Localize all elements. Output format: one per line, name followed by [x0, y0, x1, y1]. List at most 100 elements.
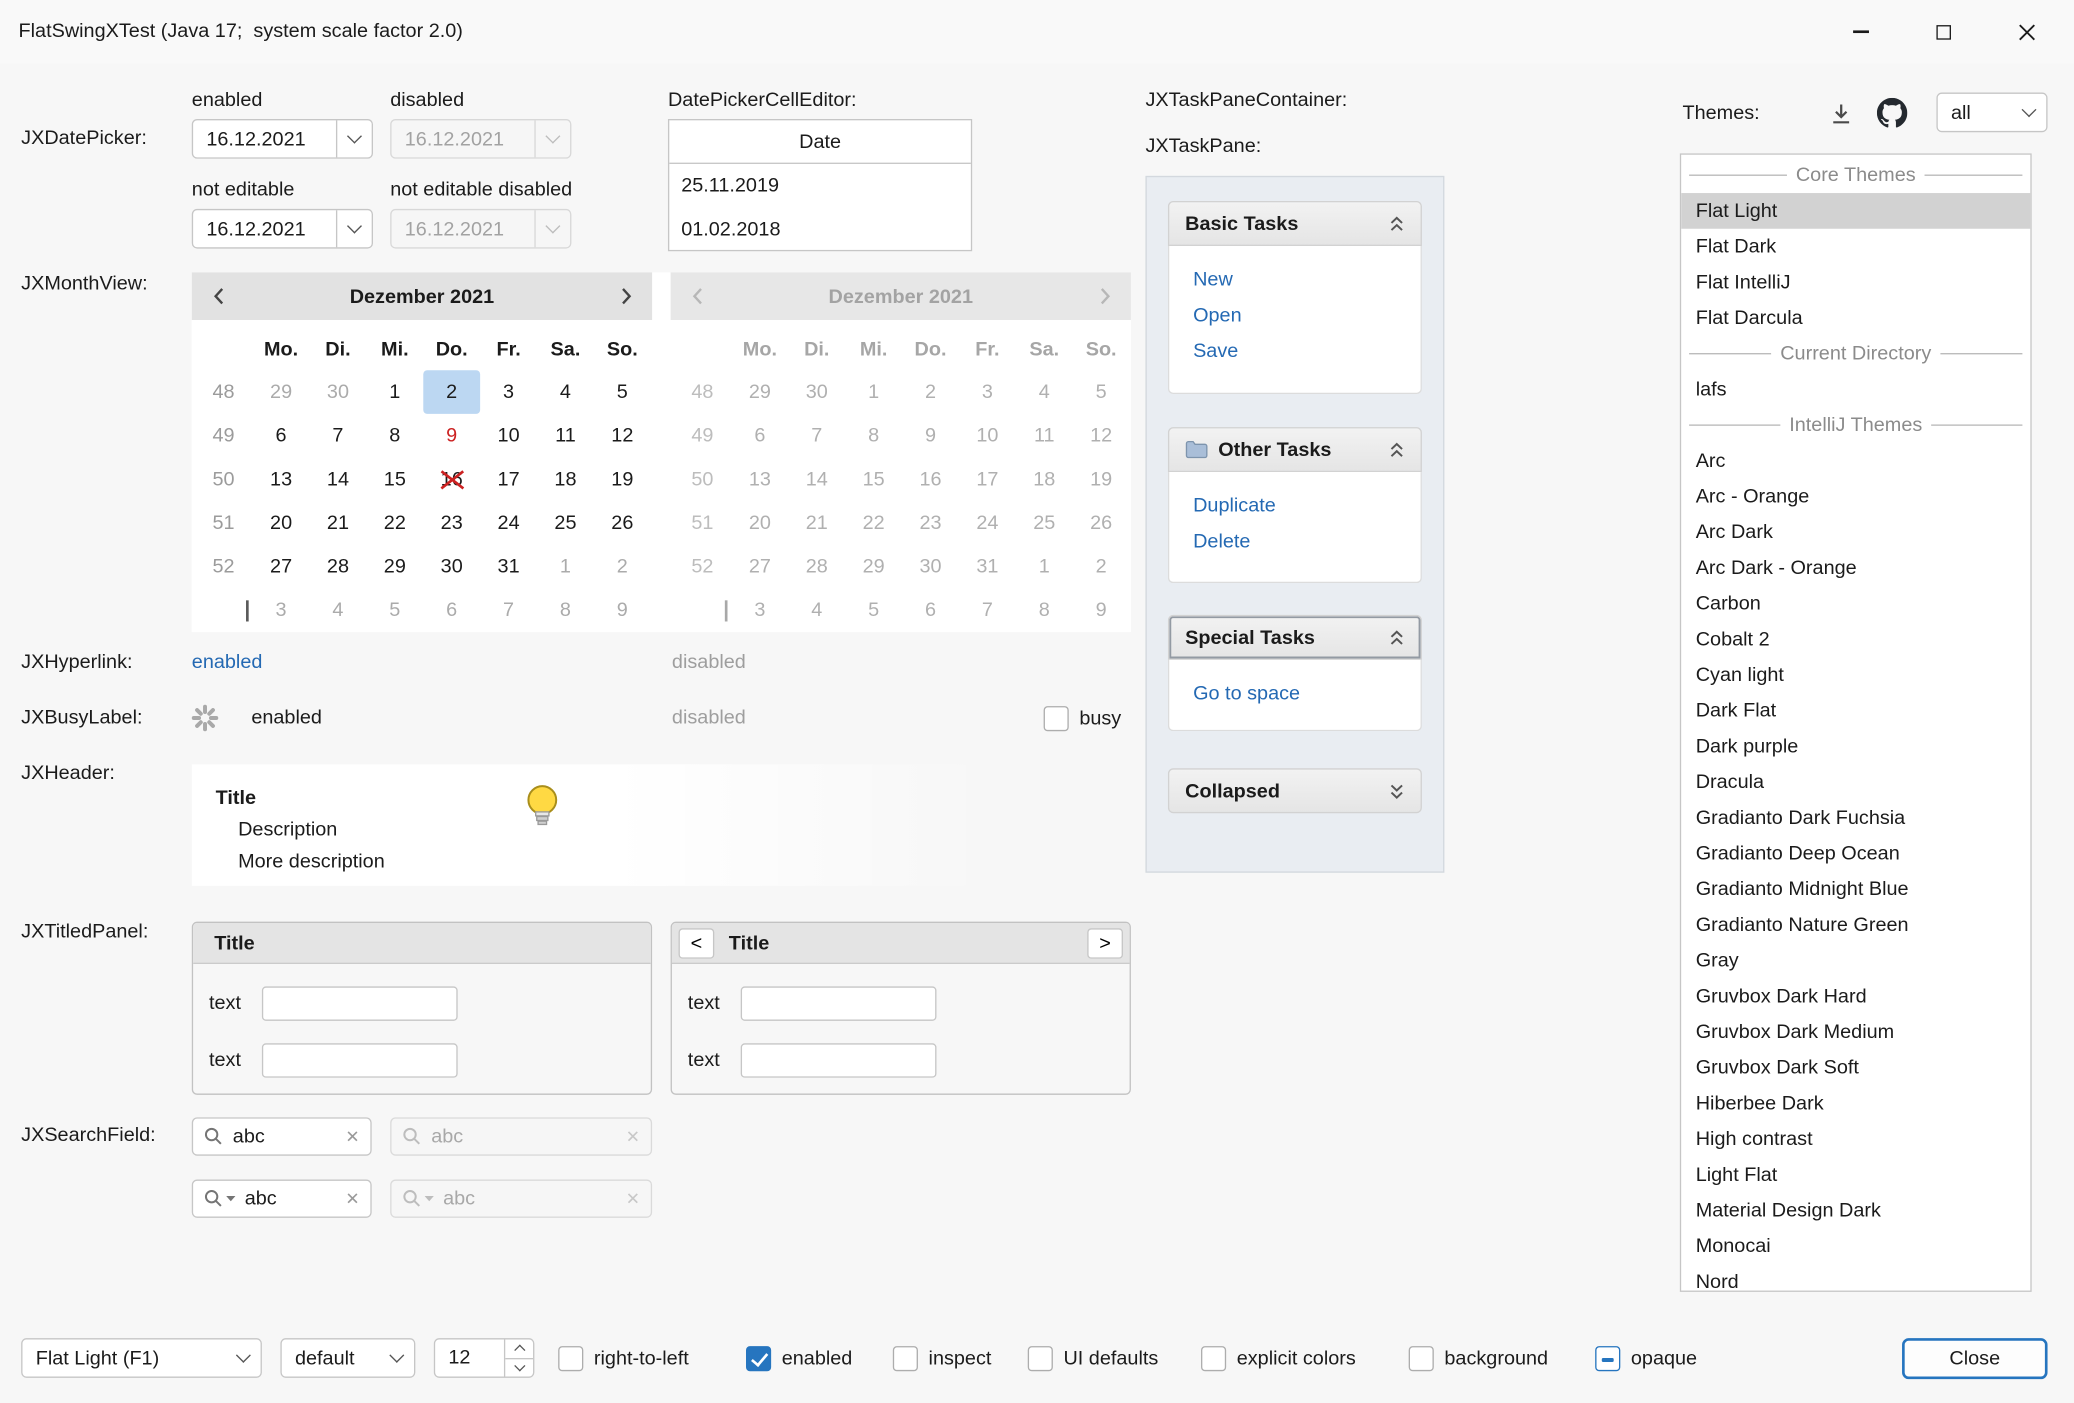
- search-field[interactable]: abc✕: [192, 1117, 372, 1155]
- titled-panel-left-button[interactable]: <: [679, 928, 715, 958]
- theme-item[interactable]: Arc Dark: [1681, 514, 2030, 550]
- calendar-day[interactable]: 27: [253, 545, 310, 589]
- calendar-day[interactable]: 4: [537, 370, 594, 414]
- checkbox-box[interactable]: [1409, 1345, 1434, 1370]
- taskpane-header[interactable]: Basic Tasks: [1168, 201, 1422, 246]
- search-field[interactable]: abc✕: [192, 1179, 372, 1217]
- theme-item[interactable]: Arc: [1681, 443, 2030, 479]
- calendar-day[interactable]: 2: [423, 370, 480, 414]
- spinner-down-button[interactable]: [505, 1357, 533, 1376]
- maximize-button[interactable]: [1913, 0, 1975, 63]
- theme-item[interactable]: Hiberbee Dark: [1681, 1086, 2030, 1122]
- theme-item[interactable]: Gruvbox Dark Hard: [1681, 979, 2030, 1015]
- table-row[interactable]: 01.02.2018: [669, 208, 971, 252]
- taskpane-link[interactable]: Delete: [1169, 524, 1420, 560]
- spinner-up-button[interactable]: [505, 1339, 533, 1357]
- checkbox-enabled[interactable]: enabled: [746, 1345, 852, 1371]
- calendar-day[interactable]: 17: [480, 458, 537, 502]
- calendar-day[interactable]: 20: [253, 501, 310, 545]
- theme-item[interactable]: Gradianto Dark Fuchsia: [1681, 800, 2030, 836]
- collapse-chevron-icon[interactable]: [1389, 629, 1405, 646]
- theme-item[interactable]: Dracula: [1681, 764, 2030, 800]
- datepicker-enabled[interactable]: 16.12.2021: [192, 119, 373, 159]
- expand-chevron-icon[interactable]: [1389, 782, 1405, 799]
- checkbox-inspect[interactable]: inspect: [893, 1345, 992, 1371]
- collapse-chevron-icon[interactable]: [1389, 215, 1405, 232]
- calendar-day[interactable]: 19: [594, 458, 651, 502]
- calendar-day[interactable]: 30: [423, 545, 480, 589]
- calendar-day[interactable]: 6: [253, 414, 310, 458]
- calendar-day[interactable]: 28: [310, 545, 367, 589]
- monthview-calendar[interactable]: Dezember 2021Mo.Di.Mi.Do.Fr.Sa.So.482930…: [192, 272, 652, 632]
- prev-month-icon[interactable]: [194, 272, 242, 320]
- theme-item[interactable]: Light Flat: [1681, 1157, 2030, 1193]
- theme-item[interactable]: Gradianto Nature Green: [1681, 907, 2030, 943]
- busy-checkbox-group[interactable]: busy: [1044, 705, 1122, 731]
- theme-item[interactable]: Nord: [1681, 1264, 2030, 1292]
- calendar-day[interactable]: 11: [537, 414, 594, 458]
- calendar-day[interactable]: 31: [480, 545, 537, 589]
- calendar-day[interactable]: 2: [594, 545, 651, 589]
- taskpane-header[interactable]: Collapsed: [1168, 768, 1422, 813]
- github-icon[interactable]: [1877, 98, 1907, 128]
- collapse-chevron-icon[interactable]: [1389, 441, 1405, 458]
- calendar-day[interactable]: 13: [253, 458, 310, 502]
- calendar-day[interactable]: 18: [537, 458, 594, 502]
- calendar-day[interactable]: 9: [594, 588, 651, 632]
- theme-item[interactable]: Gradianto Deep Ocean: [1681, 836, 2030, 872]
- theme-item[interactable]: High contrast: [1681, 1121, 2030, 1157]
- calendar-day[interactable]: 3: [253, 588, 310, 632]
- window-close-button[interactable]: [1996, 0, 2058, 63]
- calendar-day[interactable]: 16: [423, 458, 480, 502]
- checkbox-explicit-colors[interactable]: explicit colors: [1201, 1345, 1356, 1371]
- theme-item[interactable]: Cyan light: [1681, 657, 2030, 693]
- theme-item[interactable]: Gradianto Midnight Blue: [1681, 871, 2030, 907]
- calendar-day[interactable]: 9: [423, 414, 480, 458]
- checkbox-box[interactable]: [746, 1345, 771, 1370]
- checkbox-ui-defaults[interactable]: UI defaults: [1028, 1345, 1159, 1371]
- datepicker-cell-editor-table[interactable]: Date 25.11.201901.02.2018: [668, 119, 972, 251]
- titled-panel-right-button[interactable]: >: [1087, 928, 1123, 958]
- next-month-icon[interactable]: [602, 272, 650, 320]
- checkbox-box[interactable]: [558, 1345, 583, 1370]
- theme-item[interactable]: Flat IntelliJ: [1681, 264, 2030, 300]
- taskpane-link[interactable]: Duplicate: [1169, 488, 1420, 524]
- checkbox-box[interactable]: [893, 1345, 918, 1370]
- font-size-spinner[interactable]: 12: [434, 1338, 535, 1378]
- chevron-down-icon[interactable]: [336, 210, 372, 247]
- checkbox-box[interactable]: [1201, 1345, 1226, 1370]
- checkbox-opaque[interactable]: opaque: [1595, 1345, 1697, 1371]
- theme-item[interactable]: Flat Light: [1681, 193, 2030, 229]
- calendar-day[interactable]: 8: [537, 588, 594, 632]
- calendar-day[interactable]: 7: [310, 414, 367, 458]
- calendar-day[interactable]: 4: [310, 588, 367, 632]
- clear-icon[interactable]: ✕: [345, 1126, 359, 1147]
- calendar-day[interactable]: 1: [537, 545, 594, 589]
- calendar-day[interactable]: 12: [594, 414, 651, 458]
- calendar-day[interactable]: 3: [480, 370, 537, 414]
- themes-list[interactable]: Core ThemesFlat LightFlat DarkFlat Intel…: [1680, 153, 2032, 1292]
- theme-item[interactable]: Flat Dark: [1681, 229, 2030, 265]
- theme-item[interactable]: Dark Flat: [1681, 693, 2030, 729]
- checkbox-right-to-left[interactable]: right-to-left: [558, 1345, 689, 1371]
- calendar-day[interactable]: 25: [537, 501, 594, 545]
- theme-item[interactable]: Dark purple: [1681, 729, 2030, 765]
- theme-item[interactable]: Carbon: [1681, 586, 2030, 622]
- calendar-day[interactable]: 23: [423, 501, 480, 545]
- calendar-day[interactable]: 15: [366, 458, 423, 502]
- clear-icon[interactable]: ✕: [345, 1188, 359, 1209]
- text-input[interactable]: [741, 986, 937, 1020]
- theme-item[interactable]: Flat Darcula: [1681, 300, 2030, 336]
- theme-item[interactable]: lafs: [1681, 372, 2030, 408]
- busy-checkbox[interactable]: [1044, 705, 1069, 730]
- calendar-day[interactable]: 14: [310, 458, 367, 502]
- text-input[interactable]: [262, 1043, 458, 1077]
- calendar-day[interactable]: 26: [594, 501, 651, 545]
- checkbox-background[interactable]: background: [1409, 1345, 1548, 1371]
- taskpane-link[interactable]: New: [1169, 262, 1420, 298]
- hyperlink-enabled[interactable]: enabled: [192, 649, 263, 675]
- laf-combo[interactable]: Flat Light (F1): [21, 1338, 262, 1378]
- download-icon[interactable]: [1827, 99, 1856, 128]
- datepicker-not-editable[interactable]: 16.12.2021: [192, 209, 373, 249]
- calendar-day[interactable]: 1: [366, 370, 423, 414]
